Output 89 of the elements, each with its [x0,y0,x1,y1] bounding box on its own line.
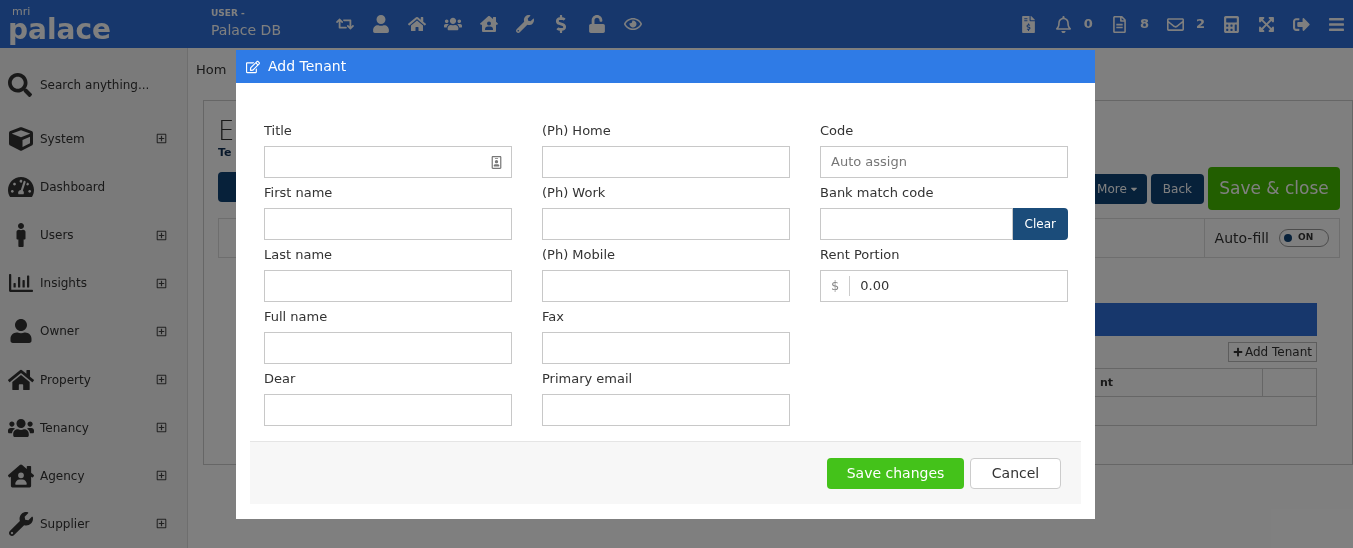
modal-title: Add Tenant [268,57,347,76]
house-people-icon [8,463,34,488]
edit-icon [246,59,260,74]
expand-icon[interactable] [156,277,167,289]
field-label: Dear [264,370,297,388]
input-field[interactable] [542,270,790,302]
sidebar-item[interactable]: System [40,130,156,148]
field-label: (Ph) Mobile [542,246,616,264]
field-label: Full name [264,308,329,326]
input-field[interactable] [264,208,512,240]
home-icon [8,367,34,392]
user-icon[interactable] [372,15,390,33]
sidebar-item[interactable]: Property [40,370,156,389]
field-label: Last name [264,246,334,264]
user-label: USER - [211,6,246,20]
eye-icon[interactable] [624,15,642,33]
database-name: Palace DB [211,21,282,41]
search-field[interactable]: Search anything... [40,76,150,95]
page-subtitle: Te [218,145,232,161]
house-people-icon[interactable] [480,15,498,33]
wrench-icon[interactable] [516,15,534,33]
expand-icon[interactable] [156,229,167,241]
input-field[interactable]: Auto assign [820,146,1068,178]
add-tenant-button[interactable]: Add Tenant [1228,342,1317,362]
users-icon[interactable] [444,15,462,33]
expand-icon[interactable] [1258,15,1275,33]
envelope-icon[interactable] [1166,15,1184,33]
count-label: 2 [1195,15,1205,34]
document-icon[interactable] [1110,15,1128,33]
plus-icon [1233,347,1243,357]
expand-icon[interactable] [156,470,167,482]
clear-button[interactable]: Clear [1012,208,1068,240]
input-field[interactable] [264,270,512,302]
sidebar-item[interactable]: Supplier [40,515,156,533]
field-label: Fax [542,308,565,326]
sidebar-item[interactable]: Agency [40,466,156,485]
expand-icon[interactable] [156,518,167,530]
unlock-icon[interactable] [588,15,606,33]
column-header: nt [1099,375,1115,391]
count-label: 0 [1083,15,1093,34]
input-field[interactable] [820,208,1013,240]
field-label: Rent Portion [820,246,901,264]
user-icon [8,319,34,344]
input-field[interactable] [264,332,512,364]
field-label: Title [264,122,293,140]
input-field[interactable] [542,146,790,178]
sidebar-item[interactable]: Tenancy [40,418,156,437]
id-badge-icon [490,155,503,169]
currency-prefix: $ [821,276,851,296]
input-field[interactable]: $ 0.00 [820,270,1068,302]
logout-icon[interactable] [1293,15,1310,33]
input-field[interactable] [542,394,790,426]
sidebar-item[interactable]: Dashboard [40,178,167,197]
invoice-icon[interactable] [1019,15,1037,33]
toggle-state: ON [1298,231,1314,245]
field-label: First name [264,184,334,202]
sidebar-item[interactable]: Insights [40,274,156,293]
field-value: 0.00 [859,277,891,296]
logo-small: mri [12,5,31,17]
input-field[interactable] [542,208,790,240]
autofill-label: Auto-fill [1214,228,1269,248]
input-field[interactable] [264,146,512,178]
sidebar-item[interactable]: Users [40,226,156,245]
cancel-button[interactable]: Cancel [970,457,1061,489]
expand-icon[interactable] [156,374,167,386]
field-label: Bank match code [820,184,935,202]
sidebar-item[interactable]: Owner [40,322,156,341]
input-field[interactable] [264,394,512,426]
expand-icon[interactable] [156,326,167,337]
field-label: (Ph) Work [542,184,607,202]
count-label: 8 [1139,15,1149,34]
calculator-icon[interactable] [1223,15,1240,33]
input-field[interactable] [542,332,790,364]
field-label: (Ph) Home [542,122,612,140]
back-button[interactable]: Back [1150,173,1204,204]
field-label: Primary email [542,370,634,388]
expand-icon[interactable] [156,133,167,145]
cube-icon [8,127,34,151]
menu-icon[interactable] [1328,15,1345,33]
expand-icon[interactable] [156,422,167,434]
page-title: E [218,117,235,145]
gauge-icon [8,175,34,200]
home-icon[interactable] [408,15,426,33]
logo: palace [8,16,113,43]
save-changes-button[interactable]: Save changes [827,457,964,489]
search-icon [8,73,32,98]
field-label: Code [820,122,855,140]
wrench-icon [8,512,34,536]
bell-icon[interactable] [1054,15,1072,33]
